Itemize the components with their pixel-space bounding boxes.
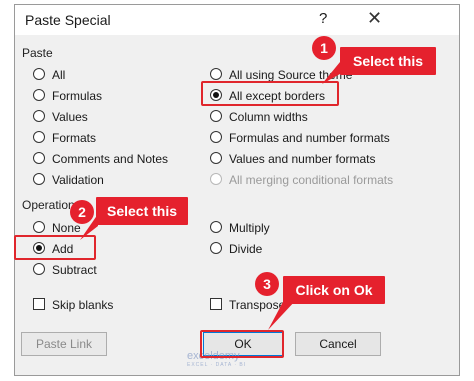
callout1-pointer [322, 62, 340, 84]
callout-select-this-2: Select this [96, 197, 188, 225]
callout-select-this-1: Select this [340, 47, 436, 75]
step-badge-3: 3 [255, 272, 279, 296]
step-badge-2: 2 [70, 200, 94, 224]
step-badge-1: 1 [312, 36, 336, 60]
callout-click-on-ok: Click on Ok [283, 276, 385, 304]
callout3-pointer [268, 300, 296, 330]
